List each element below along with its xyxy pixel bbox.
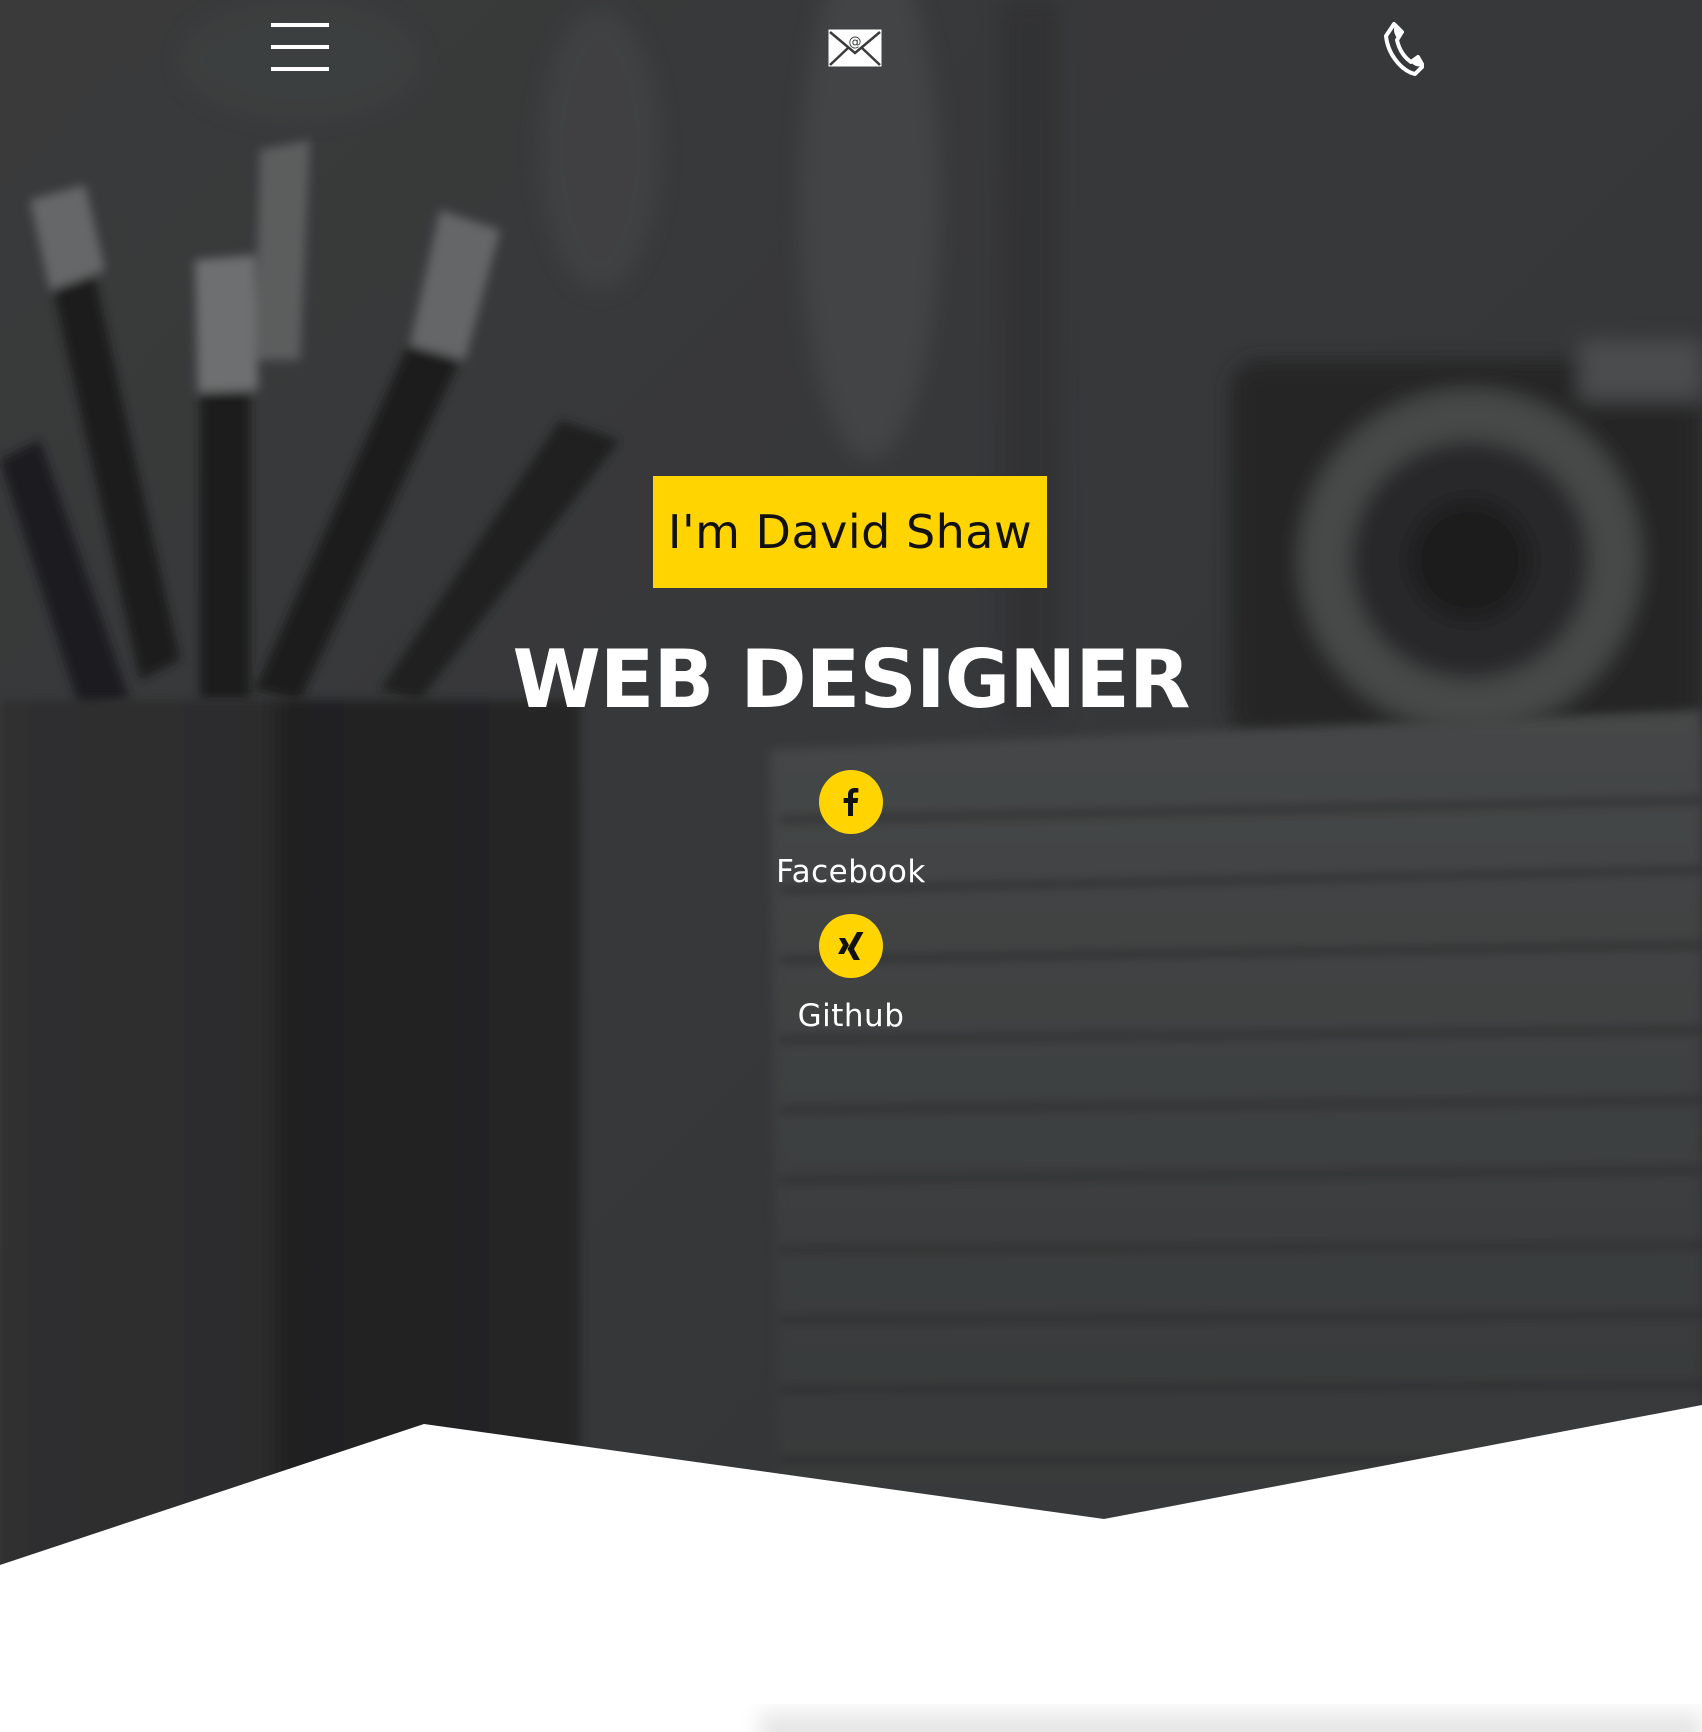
svg-text:@: @ bbox=[849, 35, 862, 50]
envelope-at-icon: @ bbox=[828, 29, 882, 67]
facebook-icon bbox=[843, 788, 859, 816]
hamburger-menu-icon bbox=[271, 23, 329, 71]
social-label-facebook: Facebook bbox=[776, 854, 926, 890]
greeting-text: I'm David Shaw bbox=[667, 505, 1033, 559]
xing-icon bbox=[838, 932, 864, 960]
name-badge: I'm David Shaw bbox=[653, 476, 1047, 588]
social-link-github[interactable]: Github bbox=[0, 914, 1702, 1034]
job-title: WEB DESIGNER bbox=[512, 633, 1190, 726]
landing-page: @ I'm David Shaw WEB DESIGNER Facebook G… bbox=[0, 0, 1702, 1732]
social-label-github: Github bbox=[797, 998, 905, 1034]
phone-button[interactable] bbox=[1378, 20, 1428, 78]
menu-button[interactable] bbox=[268, 20, 332, 76]
phone-handset-icon bbox=[1384, 22, 1424, 76]
facebook-icon-circle bbox=[819, 770, 883, 834]
email-button[interactable]: @ bbox=[824, 24, 886, 72]
social-link-facebook[interactable]: Facebook bbox=[0, 770, 1702, 890]
xing-icon-circle bbox=[819, 914, 883, 978]
